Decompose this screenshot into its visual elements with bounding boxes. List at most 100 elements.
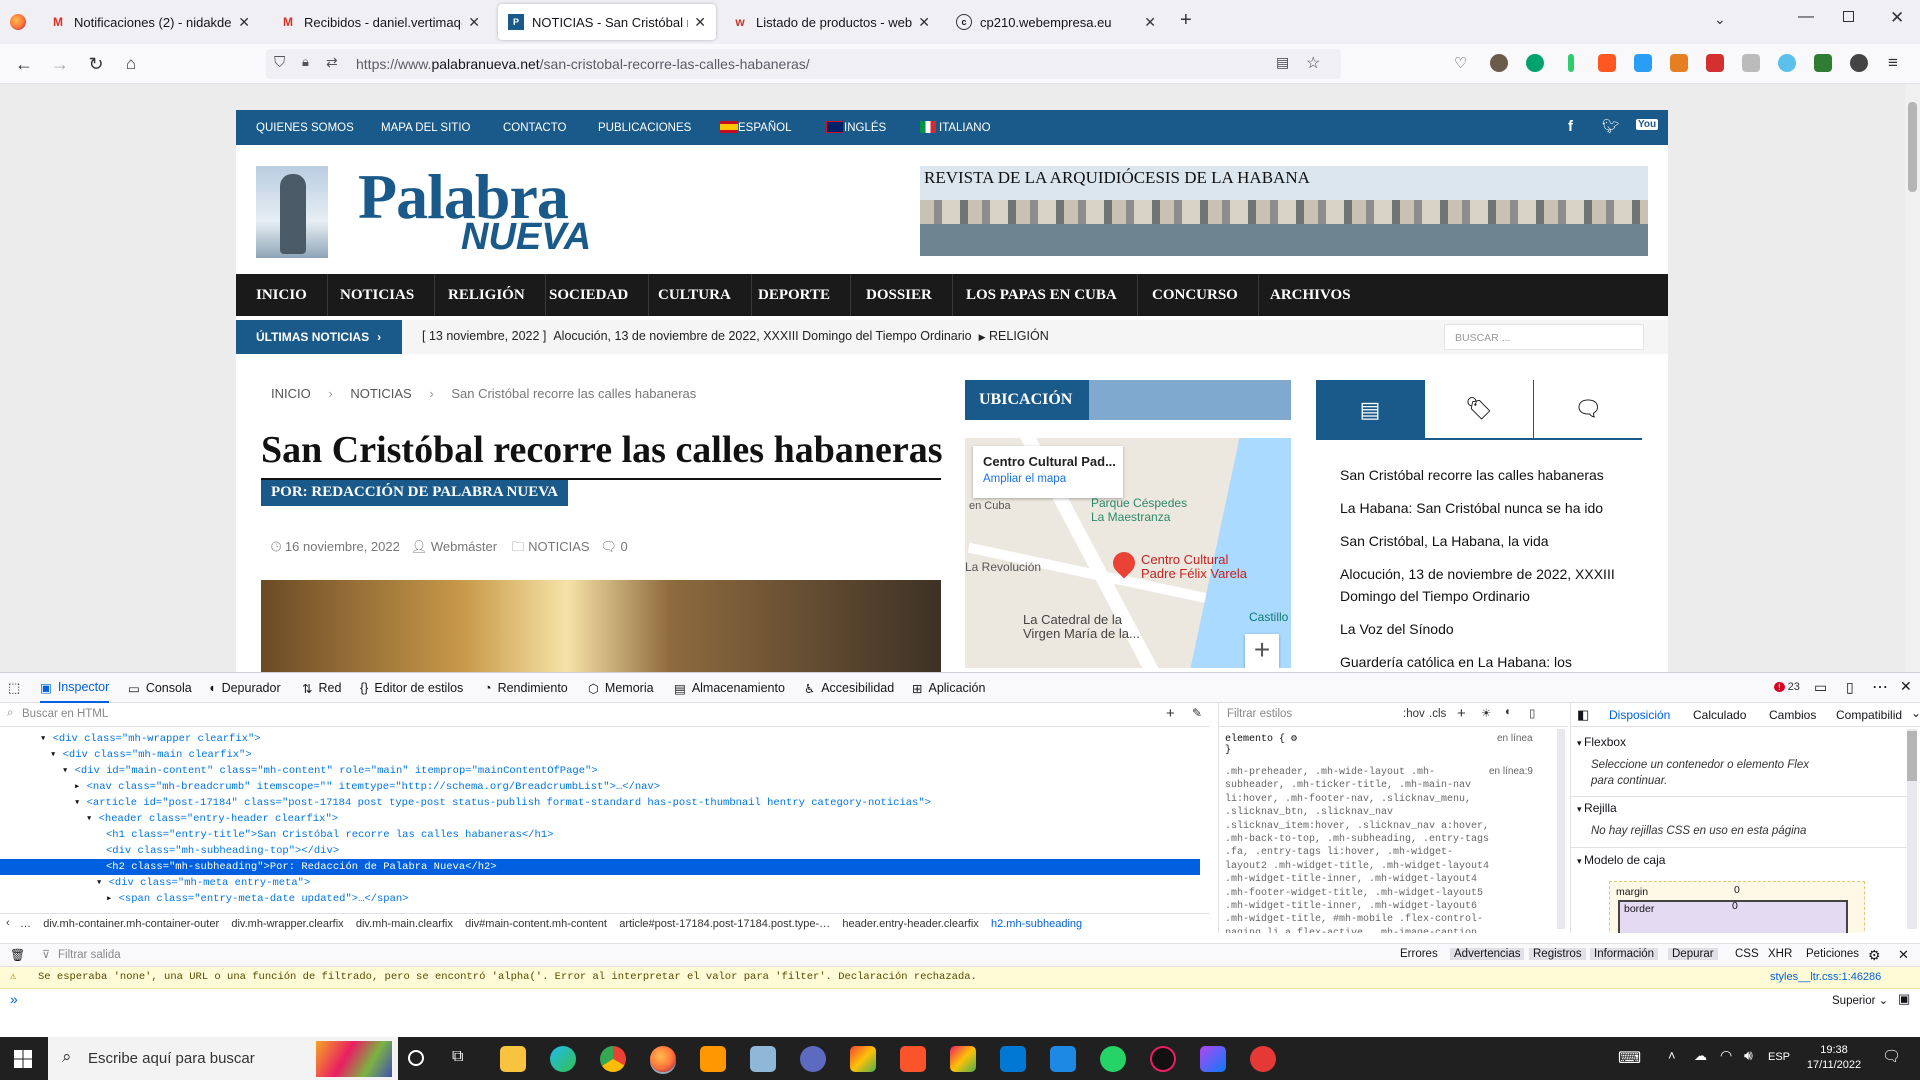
- tab-almacenamiento[interactable]: ▤ Almacenamiento: [674, 673, 785, 703]
- close-icon[interactable]: ✕: [468, 14, 480, 31]
- dom-breadcrumb[interactable]: …: [20, 918, 31, 930]
- top-link-publicaciones[interactable]: PUBLICACIONES: [598, 122, 691, 134]
- grid-section-header[interactable]: ▾ Rejilla: [1577, 801, 1617, 815]
- page-scrollbar[interactable]: [1905, 84, 1920, 672]
- browser-tab[interactable]: c cp210.webempresa.eu ✕: [946, 4, 1166, 40]
- browser-tab-active[interactable]: P NOTICIAS - San Cristóbal recorre ✕: [498, 4, 716, 40]
- split-console-icon[interactable]: ▣: [1898, 991, 1910, 1007]
- extension-icon[interactable]: [1598, 54, 1616, 72]
- filter-xhr[interactable]: XHR: [1768, 948, 1792, 960]
- news-tab-icon[interactable]: ▤: [1316, 380, 1424, 440]
- dom-breadcrumb[interactable]: header.entry-header.clearfix: [842, 918, 978, 930]
- dom-node[interactable]: ▾ <div class="mh-meta entry-meta">: [0, 875, 1200, 891]
- dom-node[interactable]: ▾ <div id="main-content" class="mh-conte…: [0, 763, 1200, 779]
- extension-icon[interactable]: [1778, 54, 1796, 72]
- youtube-icon[interactable]: You: [1636, 119, 1659, 130]
- extension-icon[interactable]: [1706, 54, 1724, 72]
- twitter-icon[interactable]: 🐦︎: [1602, 118, 1620, 135]
- cortana-icon[interactable]: [408, 1050, 424, 1066]
- expand-arrow-icon[interactable]: ▾: [50, 749, 63, 761]
- gitkraken-icon[interactable]: [850, 1046, 876, 1072]
- filter-css[interactable]: CSS: [1735, 948, 1759, 960]
- clock[interactable]: 19:38 17/11/2022: [1798, 1043, 1870, 1073]
- close-icon[interactable]: ✕: [918, 14, 930, 31]
- restore-button[interactable]: [1843, 11, 1854, 22]
- extension-icon[interactable]: [1526, 54, 1544, 72]
- ticker-category[interactable]: RELIGIÓN: [989, 329, 1049, 343]
- dom-node[interactable]: ▾ <div class="mh-main clearfix">: [0, 747, 1200, 763]
- tab-accesibilidad[interactable]: ♿︎ Accesibilidad: [804, 673, 894, 703]
- box-margin-value[interactable]: 0: [1734, 884, 1740, 896]
- dom-node[interactable]: ▾ <article id="post-17184" class="post-1…: [0, 795, 1200, 811]
- expand-arrow-icon[interactable]: ▾: [96, 877, 109, 889]
- map-zoom-in-button[interactable]: +: [1245, 634, 1279, 668]
- top-link-contacto[interactable]: CONTACTO: [503, 122, 566, 134]
- minimize-button[interactable]: —: [1798, 8, 1814, 26]
- dock-icon[interactable]: ▭: [1814, 679, 1827, 696]
- app-icon[interactable]: [1050, 1046, 1076, 1072]
- add-rule-icon[interactable]: +: [1457, 705, 1466, 722]
- tab-memoria[interactable]: ⬡ Memoria: [588, 673, 654, 703]
- dom-breadcrumb[interactable]: article#post-17184.post-17184.post.type-…: [619, 918, 830, 930]
- whatsapp-icon[interactable]: [1100, 1046, 1126, 1072]
- html-search-input[interactable]: ⌕ Buscar en HTML + ✎: [0, 703, 1210, 727]
- expand-arrow-icon[interactable]: ▾: [86, 813, 99, 825]
- box-model-section-header[interactable]: ▾ Modelo de caja: [1577, 853, 1665, 867]
- warning-source-link[interactable]: styles__ltr.css:1:46286: [1770, 971, 1881, 983]
- filter-advertencias[interactable]: Advertencias: [1450, 948, 1525, 960]
- tab-compatibilidad[interactable]: Compatibilid: [1836, 708, 1902, 722]
- expand-arrow-icon[interactable]: ▾: [62, 765, 75, 777]
- address-bar[interactable]: ⛉ 🔒︎ ⇄ https://www.palabranueva.net/san-…: [266, 49, 1341, 79]
- dom-breadcrumb[interactable]: div.mh-main.clearfix: [356, 918, 453, 930]
- dom-node-selected[interactable]: <h2 class="mh-subheading">Por: Redacción…: [0, 859, 1200, 875]
- tab-inspector[interactable]: ▣ Inspector: [40, 673, 110, 703]
- tab-disposicion[interactable]: Disposición: [1609, 708, 1670, 722]
- print-icon[interactable]: ▯: [1529, 706, 1535, 720]
- dom-node[interactable]: <div class="mh-subheading-top"></div>: [0, 843, 1200, 859]
- nav-item-inicio[interactable]: INICIO: [236, 274, 328, 316]
- chrome-icon[interactable]: [600, 1046, 626, 1072]
- add-node-icon[interactable]: +: [1166, 705, 1175, 722]
- pocket-icon[interactable]: ♡: [1454, 54, 1467, 72]
- firefox-menu-icon[interactable]: [10, 14, 26, 30]
- extension-icon[interactable]: [1742, 54, 1760, 72]
- collapse-arrow-icon[interactable]: ▸: [106, 893, 119, 905]
- show-hidden-icons[interactable]: ˄: [1668, 1048, 1676, 1063]
- tab-list-chevron-icon[interactable]: ⌄: [1714, 11, 1726, 28]
- dom-breadcrumb[interactable]: div.mh-wrapper.clearfix: [231, 918, 343, 930]
- url-text[interactable]: https://www.palabranueva.net/san-cristob…: [356, 56, 810, 72]
- console-settings-icon[interactable]: ⚙: [1868, 947, 1881, 964]
- browser-tab[interactable]: M Notificaciones (2) - nidakdesign ✕: [40, 4, 260, 40]
- lock-icon[interactable]: 🔒︎: [302, 54, 309, 70]
- console-filter-input[interactable]: Filtrar salida: [58, 949, 121, 961]
- recent-post-link[interactable]: La Voz del Sínodo: [1316, 618, 1642, 640]
- top-link-ingles[interactable]: INGLÉS: [844, 122, 886, 134]
- meta-comments[interactable]: 0: [621, 539, 628, 554]
- extension-icon[interactable]: [1670, 54, 1688, 72]
- reader-view-icon[interactable]: ▤: [1276, 54, 1289, 71]
- tab-calculado[interactable]: Calculado: [1693, 708, 1746, 722]
- app-icon[interactable]: [1150, 1046, 1176, 1072]
- dom-node[interactable]: <h1 class="entry-title">San Cristóbal re…: [0, 827, 1200, 843]
- tags-tab-icon[interactable]: 🏷︎: [1425, 380, 1533, 438]
- meta-author[interactable]: Webmáster: [431, 539, 497, 554]
- home-button[interactable]: ⌂: [119, 52, 143, 76]
- forward-button[interactable]: →: [48, 52, 72, 76]
- rule-element[interactable]: elemento { ⚙}: [1225, 733, 1297, 756]
- scrollbar-thumb[interactable]: [1907, 731, 1917, 781]
- box-model-border[interactable]: border 0: [1618, 900, 1848, 933]
- app-menu-icon[interactable]: ≡: [1888, 53, 1898, 73]
- dark-mode-icon[interactable]: ◐: [1505, 706, 1512, 718]
- notepad-icon[interactable]: [750, 1046, 776, 1072]
- close-icon[interactable]: ✕: [694, 14, 706, 31]
- browser-tab[interactable]: w Listado de productos - webemp ✕: [722, 4, 940, 40]
- tab-overflow-chevron-icon[interactable]: ⌄: [1911, 706, 1920, 720]
- recent-post-link[interactable]: Alocución, 13 de noviembre de 2022, XXXI…: [1316, 563, 1642, 607]
- console-warning-row[interactable]: ⚠ Se esperaba 'none', una URL o una func…: [0, 967, 1920, 989]
- nav-item-dossier[interactable]: DOSSIER: [846, 274, 953, 316]
- dom-breadcrumb-active[interactable]: h2.mh-subheading: [991, 918, 1082, 930]
- close-icon[interactable]: ✕: [238, 14, 250, 31]
- sourcetree-icon[interactable]: [950, 1046, 976, 1072]
- top-link-quienes-somos[interactable]: QUIENES SOMOS: [256, 122, 354, 134]
- hov-toggle[interactable]: :hov: [1403, 708, 1425, 720]
